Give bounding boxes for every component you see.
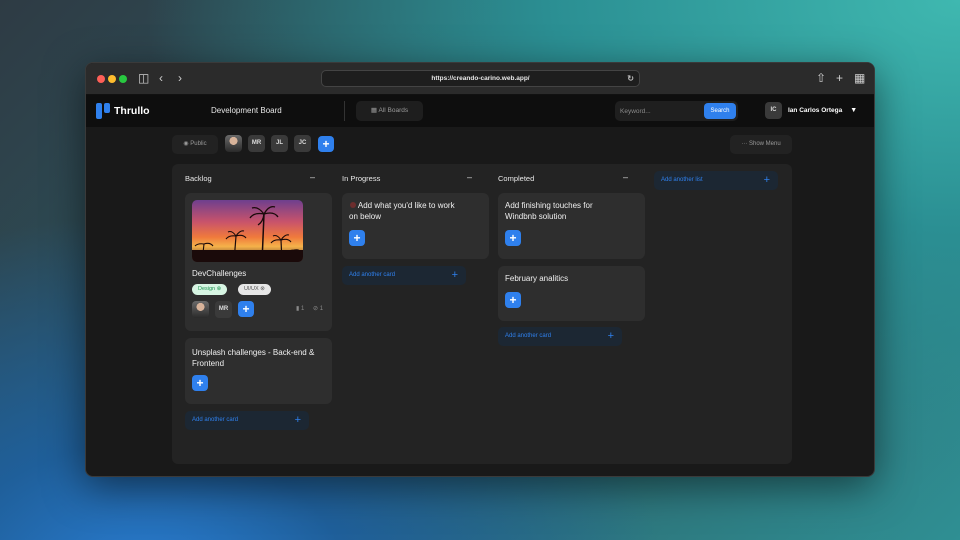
grid-icon: ▦ [370, 107, 378, 114]
visibility-button[interactable]: ◉ Public [172, 135, 218, 154]
card-unsplash[interactable]: Unsplash challenges - Back-end & Frontend… [185, 338, 332, 404]
list-header: In Progress – [329, 172, 476, 186]
plus-icon: + [607, 330, 614, 342]
share-icon[interactable]: ⇧ [816, 71, 826, 85]
member-avatar[interactable]: MR [215, 301, 232, 318]
list-menu-button[interactable]: – [467, 172, 472, 182]
comment-icon: ▮ [296, 306, 300, 312]
add-list-button[interactable]: Add another list + [654, 171, 778, 190]
show-menu-button[interactable]: ··· Show Menu [730, 135, 792, 154]
add-card-button[interactable]: Add another card + [185, 411, 309, 430]
add-card-item-button[interactable]: + [505, 292, 521, 308]
card-title-line: Add what you'd like to work [357, 201, 455, 210]
all-boards-button[interactable]: ▦ All Boards [356, 101, 423, 121]
member-avatar[interactable]: JL [271, 135, 288, 152]
tag-uiux[interactable]: UI/UX ⊗ [238, 284, 271, 295]
list-title: Backlog [185, 174, 212, 183]
globe-icon: ◉ [183, 141, 189, 147]
card-title: February analitics [505, 274, 569, 283]
plus-icon: + [451, 269, 458, 281]
card-title: Unsplash challenges - Back-end & Frontend [192, 347, 314, 369]
tag-design[interactable]: Design ⊗ [192, 284, 228, 295]
card-windbnb[interactable]: Add finishing touches for Windbnb solutio… [498, 193, 645, 259]
forward-icon[interactable]: › [178, 71, 182, 85]
browser-window: ◫ ‹ › https://creando-carino.web.app/ ↻ … [85, 62, 875, 477]
add-member-button[interactable]: + [238, 301, 254, 317]
list-header: Backlog – [172, 172, 319, 186]
app-header: Thrullo Development Board ▦ All Boards S… [86, 95, 874, 127]
paperclip-icon: ⊘ [313, 306, 319, 312]
add-card-item-button[interactable]: + [349, 230, 365, 246]
all-boards-label: All Boards [378, 107, 409, 114]
palm-trees-image [192, 206, 303, 262]
minimize-window-button[interactable] [108, 75, 116, 83]
tag-label: UI/UX [244, 286, 259, 292]
card-add-work[interactable]: Add what you'd like to work on below + [342, 193, 489, 259]
zoom-window-button[interactable] [119, 75, 127, 83]
list-title: Completed [498, 174, 535, 183]
card-cover-image [192, 200, 303, 262]
header-divider [344, 101, 345, 121]
list-title: In Progress [342, 174, 381, 183]
card-title: Add finishing touches for Windbnb solutio… [505, 200, 593, 222]
avatar[interactable] [192, 301, 209, 318]
more-icon: ··· [741, 141, 748, 147]
browser-chrome: ◫ ‹ › https://creando-carino.web.app/ ↻ … [86, 63, 874, 95]
logo[interactable]: Thrullo [96, 103, 150, 119]
list-menu-button[interactable]: – [310, 172, 315, 182]
tag-label: Design [198, 286, 216, 292]
board: Backlog – DevChallenges Design ⊗ UI/UX ⊗… [172, 164, 792, 464]
avatar[interactable] [225, 135, 242, 152]
url-text: https://creando-carino.web.app/ [431, 75, 530, 82]
attachment-count: ⊘ 1 [313, 305, 323, 312]
add-list-label: Add another list [661, 177, 703, 183]
attachment-count-value: 1 [319, 306, 324, 312]
card-title-line: Windbnb solution [505, 212, 567, 221]
add-card-button[interactable]: Add another card + [498, 327, 622, 346]
logo-icon [96, 103, 110, 119]
add-card-button[interactable]: Add another card + [342, 266, 466, 285]
add-member-button[interactable]: + [318, 136, 334, 152]
add-card-item-button[interactable]: + [192, 375, 208, 391]
comment-count: ▮ 1 [296, 305, 304, 312]
user-avatar: IC [765, 102, 782, 119]
add-card-label: Add another card [349, 272, 396, 278]
reload-icon[interactable]: ↻ [627, 71, 634, 86]
comment-count-value: 1 [300, 306, 305, 312]
plus-icon: + [763, 174, 770, 186]
board-title: Development Board [211, 106, 282, 115]
sidebar-toggle-icon[interactable]: ◫ [138, 71, 149, 85]
card-title: Add what you'd like to work on below [349, 200, 455, 222]
card-title-line: on below [349, 212, 382, 221]
card-title-line: Add finishing touches for [505, 201, 593, 210]
search-button[interactable]: Search [704, 103, 736, 119]
card-february-analitics[interactable]: February analitics + [498, 266, 645, 321]
card-title-line: Frontend [192, 359, 225, 368]
address-bar[interactable]: https://creando-carino.web.app/ ↻ [321, 70, 640, 87]
user-name: Ian Carlos Ortega [788, 107, 843, 114]
new-tab-icon[interactable]: + [836, 71, 843, 85]
list-menu-button[interactable]: – [623, 172, 628, 182]
back-icon[interactable]: ‹ [159, 71, 163, 85]
add-card-label: Add another card [505, 333, 552, 339]
search-bar: Search [615, 101, 738, 121]
search-input[interactable] [615, 101, 703, 121]
add-card-item-button[interactable]: + [505, 230, 521, 246]
user-menu[interactable]: IC Ian Carlos Ortega ▼ [765, 102, 857, 119]
card-title: DevChallenges [192, 269, 247, 278]
card-devchallenges[interactable]: DevChallenges Design ⊗ UI/UX ⊗ MR + ▮ 1 … [185, 193, 332, 331]
visibility-label: Public [190, 141, 207, 147]
close-window-button[interactable] [97, 75, 105, 83]
tab-overview-icon[interactable]: ▦ [854, 71, 865, 85]
add-card-label: Add another card [192, 417, 239, 423]
show-menu-label: Show Menu [748, 141, 781, 147]
card-title-line: Unsplash challenges - Back-end & [192, 348, 315, 357]
board-toolbar: ◉ Public MR JL JC + ··· Show Menu [172, 135, 792, 155]
caret-down-icon: ▼ [850, 107, 858, 114]
member-avatar[interactable]: JC [294, 135, 311, 152]
list-header: Completed – [485, 172, 632, 186]
member-avatar[interactable]: MR [248, 135, 265, 152]
plus-icon: + [294, 414, 301, 426]
app-name: Thrullo [114, 105, 150, 117]
